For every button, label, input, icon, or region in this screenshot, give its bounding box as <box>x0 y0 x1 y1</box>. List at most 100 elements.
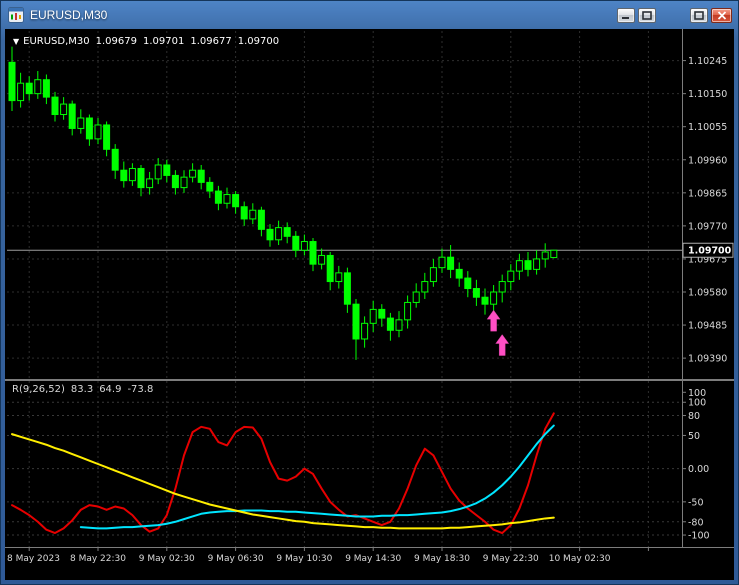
candle <box>197 169 205 183</box>
candle <box>395 319 403 331</box>
candle <box>369 308 377 324</box>
restore-button[interactable] <box>690 8 708 23</box>
price-axis-label: 1.09390 <box>688 354 727 365</box>
candle <box>154 164 162 180</box>
candle <box>533 258 541 270</box>
candle <box>464 277 472 290</box>
minimize-button[interactable] <box>617 8 635 23</box>
indicator-scale-label: -50 <box>688 497 704 508</box>
close-icon <box>717 11 726 20</box>
price-axis-label: 1.09485 <box>688 321 727 332</box>
candle <box>300 241 308 251</box>
time-axis-label: 9 May 14:30 <box>345 554 401 564</box>
candle <box>343 272 351 305</box>
chart-canvas[interactable]: 1.10245 1.10150 1.10055 1.09960 1.09865 1.097… <box>5 29 734 580</box>
time-axis-label: 9 May 10:30 <box>276 554 332 564</box>
current-price-label: 1.09700 <box>688 246 732 257</box>
time-axis-label: 9 May 18:30 <box>414 554 470 564</box>
candle <box>77 117 85 129</box>
low-value: 1.09677 <box>190 36 232 47</box>
time-axis-label: 9 May 22:30 <box>483 554 539 564</box>
chart-background <box>5 29 734 580</box>
restore-icon <box>694 11 704 20</box>
candle <box>8 61 16 102</box>
candle <box>318 254 326 265</box>
time-axis-label: 9 May 02:30 <box>139 554 195 564</box>
symbol-label: EURUSD,M30 <box>23 36 90 47</box>
indicator-scale-label: 100 <box>688 398 706 409</box>
price-axis-label: 1.09865 <box>688 188 727 199</box>
indicator-value-2: 64.9 <box>99 384 122 395</box>
time-axis-label: 8 May 22:30 <box>70 554 126 564</box>
price-axis-label: 1.09580 <box>688 288 727 299</box>
indicator-scale-label: 50 <box>688 431 700 442</box>
window-title: EURUSD,M30 <box>30 8 108 22</box>
open-value: 1.09679 <box>95 36 137 47</box>
window-controls-mid <box>617 8 656 23</box>
candle <box>68 103 76 129</box>
candle <box>412 291 420 303</box>
candle <box>111 148 119 171</box>
candle <box>94 124 102 140</box>
candle <box>275 227 283 241</box>
candle <box>335 272 343 283</box>
candle <box>42 79 50 98</box>
price-axis-label: 1.09770 <box>688 221 727 232</box>
symbol-marker-icon: ▼ <box>13 37 20 46</box>
price-axis-label: 1.10245 <box>688 56 727 67</box>
candle <box>326 254 334 283</box>
candle <box>541 251 549 260</box>
maximize-icon <box>642 11 652 20</box>
candle <box>223 194 231 204</box>
candle <box>490 291 498 305</box>
candle <box>214 190 222 204</box>
candle <box>163 164 171 176</box>
candle <box>249 209 257 220</box>
candle <box>120 169 128 182</box>
app-icon <box>8 7 24 23</box>
candle <box>34 79 42 95</box>
candle <box>455 268 463 279</box>
candle <box>352 303 360 340</box>
candle <box>103 124 111 150</box>
indicator-value-3: -73.8 <box>127 384 154 395</box>
candle <box>240 206 248 220</box>
candle <box>386 317 394 331</box>
minimize-icon <box>622 17 629 19</box>
indicator-scale-label: 0.00 <box>688 464 709 475</box>
candle <box>378 308 386 319</box>
time-axis-label: 10 May 02:30 <box>549 554 611 564</box>
indicator-scale-label: 80 <box>688 411 700 422</box>
price-axis-label: 1.10150 <box>688 89 727 100</box>
candle <box>481 296 489 305</box>
close-value: 1.09700 <box>237 36 280 47</box>
candle <box>189 169 197 178</box>
close-button[interactable] <box>711 8 732 23</box>
indicator-label: R(9,26,52) 83.3 64.9 -73.8 <box>12 384 159 395</box>
maximize-button[interactable] <box>638 8 656 23</box>
high-value: 1.09701 <box>143 36 185 47</box>
candle <box>498 281 506 293</box>
candle <box>128 167 136 182</box>
candle <box>171 174 179 189</box>
candle <box>524 260 532 270</box>
candle <box>438 256 446 269</box>
candle <box>429 267 437 283</box>
indicator-scale-label: -100 <box>688 531 710 542</box>
candle <box>447 256 455 270</box>
candle <box>257 209 265 230</box>
candle <box>17 82 25 102</box>
candle <box>60 103 68 116</box>
candle <box>421 281 429 293</box>
price-axis-label: 1.09960 <box>688 155 727 166</box>
candle <box>266 228 274 241</box>
candle <box>515 260 523 272</box>
time-axis-label: 9 May 06:30 <box>208 554 264 564</box>
candle <box>361 322 369 340</box>
candle <box>404 301 412 321</box>
candle <box>146 178 154 189</box>
indicator-value-1: 83.3 <box>70 384 94 395</box>
title-bar[interactable]: EURUSD,M30 <box>5 1 734 29</box>
candle <box>283 227 291 237</box>
candle <box>137 167 145 189</box>
